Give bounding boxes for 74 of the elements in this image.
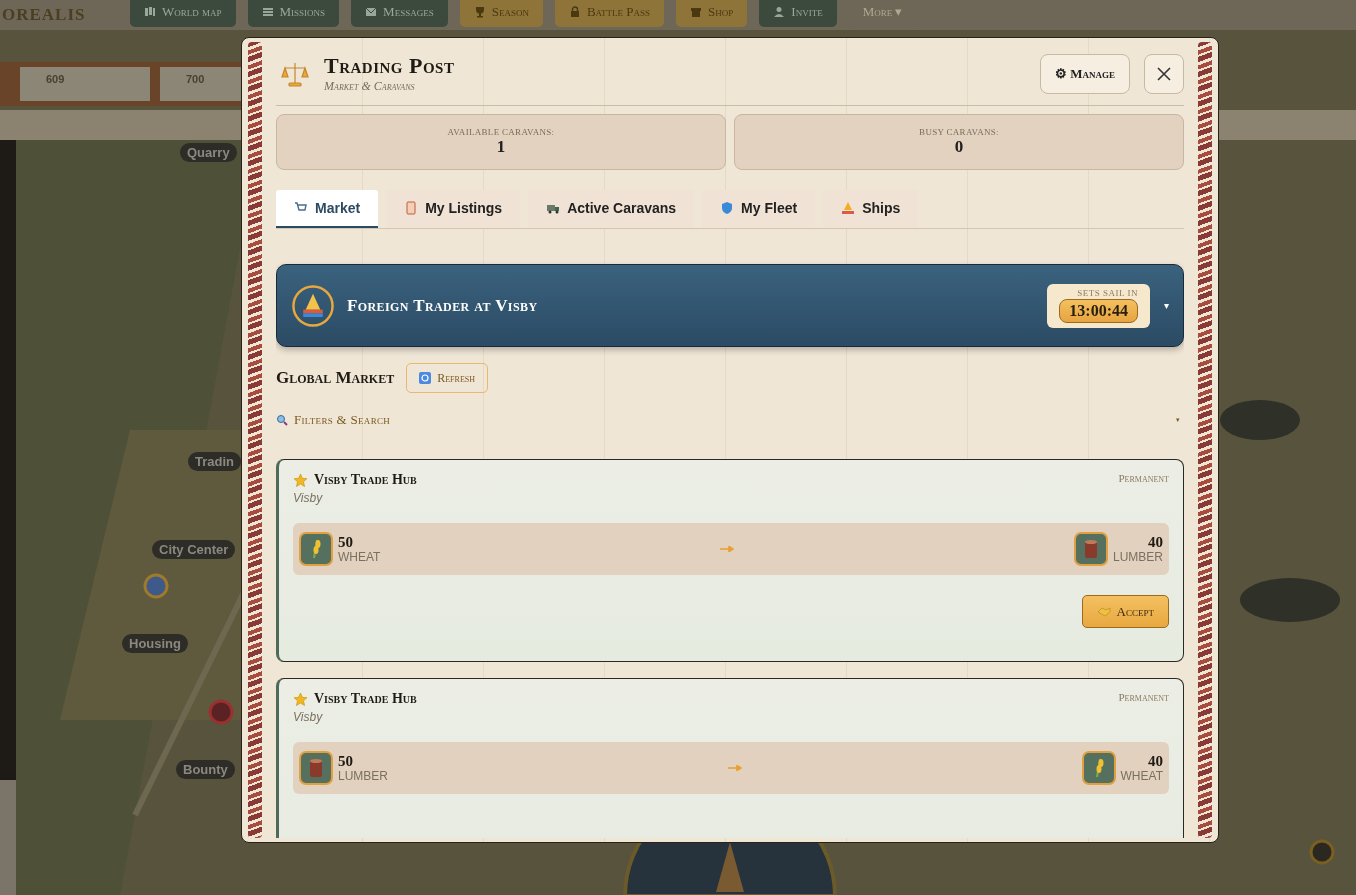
stat-label: BUSY CARAVANS: bbox=[919, 127, 999, 137]
amount: 40 bbox=[1148, 534, 1163, 550]
amount: 50 bbox=[338, 753, 354, 769]
stat-value: 1 bbox=[496, 137, 506, 157]
lock-icon bbox=[568, 6, 581, 18]
nav-button[interactable]: Season bbox=[459, 0, 543, 27]
city-name: Visby bbox=[293, 710, 324, 724]
tab[interactable]: My Fleet bbox=[702, 190, 816, 228]
round-button[interactable] bbox=[1308, 838, 1336, 866]
hub-name: Visby Trade Hub bbox=[314, 691, 418, 707]
building-label[interactable]: City Center bbox=[152, 540, 236, 559]
map-icon bbox=[144, 6, 156, 18]
timer-label: SETS SAIL IN bbox=[1077, 287, 1138, 298]
building-label[interactable]: Housing bbox=[122, 634, 188, 653]
trader-banner[interactable]: Foreign Trader at Visby SETS SAIL IN 13:00:44 ▾ bbox=[276, 264, 1184, 347]
stat-value: 0 bbox=[954, 137, 964, 157]
amount: 50 bbox=[338, 534, 354, 550]
city-name: Visby bbox=[293, 491, 324, 505]
arrow-icon bbox=[727, 765, 742, 771]
arrow-icon bbox=[720, 546, 735, 552]
hub-name: Visby Trade Hub bbox=[314, 472, 418, 488]
shield-icon bbox=[720, 201, 735, 215]
countdown-timer: 13:00:44 bbox=[1059, 298, 1138, 323]
nav-button[interactable]: Messages bbox=[351, 0, 448, 27]
amount: 40 bbox=[1148, 753, 1163, 769]
resource-name: LUMBER bbox=[1113, 549, 1163, 564]
close-button[interactable] bbox=[1144, 53, 1184, 94]
nav-button[interactable]: World map bbox=[130, 0, 236, 27]
building-label[interactable]: Bounty bbox=[176, 760, 235, 779]
handshake-icon bbox=[1096, 606, 1111, 617]
sailboat-icon bbox=[291, 283, 335, 328]
resource-name: LUMBER bbox=[338, 768, 388, 783]
star-icon bbox=[293, 472, 308, 488]
refresh-button[interactable]: Refresh bbox=[406, 363, 488, 393]
dialog-subtitle: Market & Caravans bbox=[324, 79, 416, 94]
search-icon bbox=[276, 414, 288, 426]
section-title: Global Market bbox=[276, 368, 395, 388]
accept-button[interactable]: Accept bbox=[1081, 595, 1169, 628]
shop-icon bbox=[690, 6, 703, 18]
mail-icon bbox=[365, 6, 378, 18]
nav-button[interactable]: Invite bbox=[759, 0, 837, 27]
offer-type: Permanent bbox=[1118, 472, 1169, 484]
stat-label: AVAILABLE CARAVANS: bbox=[447, 127, 555, 137]
log-icon bbox=[1074, 532, 1108, 566]
person-icon bbox=[773, 6, 786, 18]
close-icon bbox=[1156, 65, 1172, 82]
trophy-icon bbox=[473, 6, 486, 18]
wheat-icon bbox=[1081, 751, 1116, 785]
building-label[interactable]: Quarry bbox=[180, 143, 237, 162]
refresh-icon bbox=[419, 372, 432, 384]
wheat-icon bbox=[299, 532, 333, 566]
building-label[interactable]: Tradin bbox=[188, 452, 241, 471]
tab[interactable]: Ships bbox=[823, 190, 919, 228]
banner-title: Foreign Trader at Visby bbox=[347, 295, 539, 316]
caret-icon: ▾ bbox=[1164, 300, 1169, 311]
star-icon bbox=[293, 691, 308, 707]
map-marker[interactable] bbox=[142, 572, 170, 600]
resource-name: WHEAT bbox=[338, 549, 381, 564]
tab[interactable]: My Listings bbox=[386, 190, 521, 228]
nav-button[interactable]: Battle Pass bbox=[554, 0, 665, 27]
tab[interactable]: Active Caravans bbox=[528, 190, 695, 228]
nav-button[interactable]: Missions bbox=[247, 0, 340, 27]
resource-name: WHEAT bbox=[1120, 768, 1163, 783]
manage-button[interactable]: ⚙ Manage bbox=[1039, 53, 1130, 94]
log-icon bbox=[299, 751, 333, 785]
alert-marker[interactable] bbox=[207, 698, 235, 726]
tab[interactable]: Market bbox=[276, 190, 379, 228]
list-icon bbox=[261, 6, 274, 18]
sailboat-icon bbox=[841, 201, 856, 215]
resource-counter: 609 bbox=[20, 67, 150, 101]
nav-button[interactable]: Shop bbox=[676, 0, 748, 27]
offer-type: Permanent bbox=[1118, 691, 1169, 703]
dialog-title: Trading Post bbox=[324, 53, 456, 79]
clipboard-icon bbox=[404, 201, 419, 215]
